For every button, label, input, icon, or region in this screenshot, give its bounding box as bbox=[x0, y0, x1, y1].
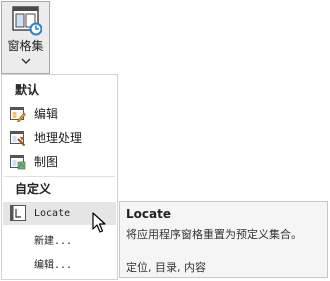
menu-item-label: 编辑... bbox=[34, 260, 73, 271]
mapping-pane-icon bbox=[10, 155, 26, 170]
menu-item-edit[interactable]: 编辑 bbox=[3, 103, 116, 126]
tooltip-title: Locate bbox=[126, 207, 171, 221]
tooltip-tags: 定位, 目录, 内容 bbox=[126, 261, 206, 274]
pane-sets-icon bbox=[12, 6, 42, 36]
menu-separator bbox=[4, 176, 115, 177]
pane-sets-label: 窗格集 bbox=[7, 39, 44, 53]
geoprocessing-pane-icon bbox=[10, 131, 26, 146]
menu-item-label: 制图 bbox=[34, 155, 59, 169]
menu-item-label: 编辑 bbox=[34, 107, 59, 121]
default-section-header: 默认 bbox=[15, 83, 40, 97]
menu-item-label: 新建... bbox=[34, 236, 73, 247]
menu-item-geoprocessing[interactable]: 地理处理 bbox=[3, 127, 116, 150]
menu-item-mapping[interactable]: 制图 bbox=[3, 151, 116, 174]
menu-item-label: Locate bbox=[34, 208, 71, 219]
custom-section-header: 自定义 bbox=[15, 182, 52, 196]
locate-pane-icon bbox=[10, 205, 26, 221]
pane-sets-menu: 默认 编辑 地理处理 制图 自定义 Locate 新建... 编辑... bbox=[1, 74, 118, 280]
menu-item-label: 地理处理 bbox=[34, 131, 83, 145]
locate-tooltip: Locate 将应用程序窗格重置为预定义集合。 定位, 目录, 内容 bbox=[119, 201, 328, 278]
mouse-cursor-icon bbox=[92, 212, 106, 233]
edit-pane-icon bbox=[10, 107, 26, 122]
menu-item-edit-custom[interactable]: 编辑... bbox=[3, 254, 116, 277]
tooltip-description: 将应用程序窗格重置为预定义集合。 bbox=[126, 228, 302, 241]
pane-sets-button[interactable]: 窗格集 bbox=[1, 1, 50, 74]
chevron-down-icon[interactable] bbox=[21, 58, 31, 64]
